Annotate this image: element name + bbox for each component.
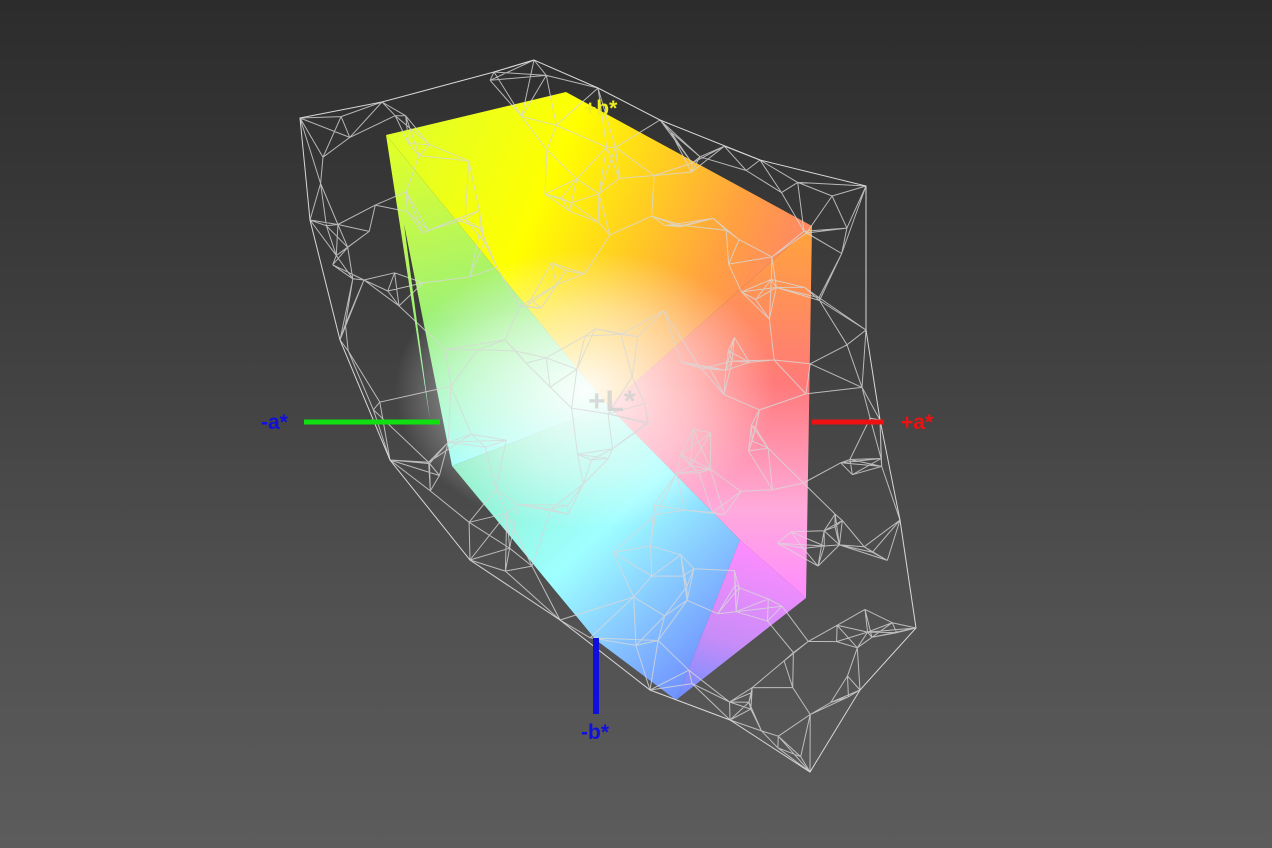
pos-b-axis-label: +b* [584,97,618,120]
gamut-3d-view[interactable] [0,0,1272,848]
neg-b-axis-label: -b* [581,721,609,744]
neg-a-axis-label: -a* [261,411,288,434]
pos-a-axis-label: +a* [901,411,934,434]
l-axis-label: +L* [588,385,636,418]
